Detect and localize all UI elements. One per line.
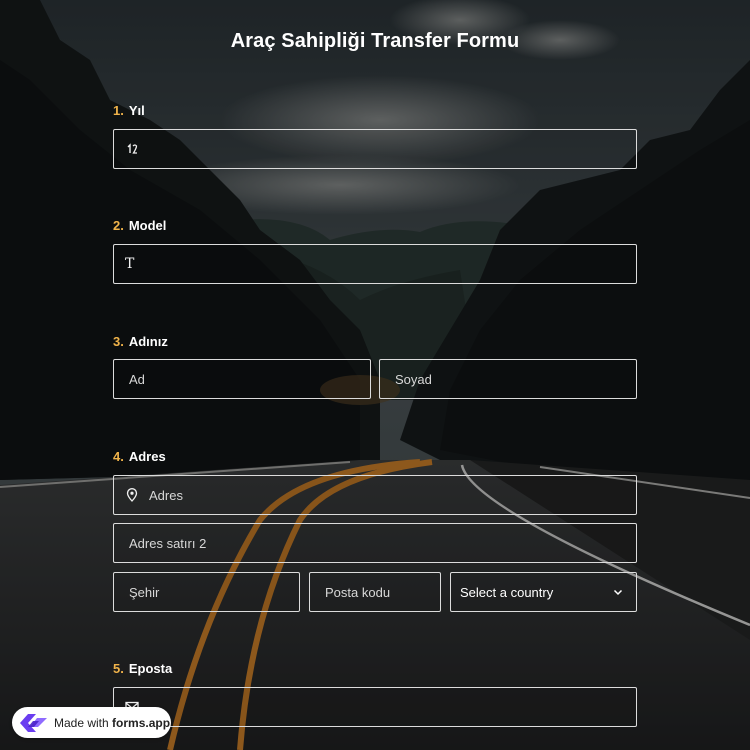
- address-line2-placeholder: Adres satırı 2: [129, 535, 207, 551]
- badge-brand: forms.app: [112, 715, 171, 730]
- address-input[interactable]: Adres: [113, 475, 637, 515]
- chevron-down-icon: [613, 589, 623, 596]
- address-placeholder: Adres: [149, 487, 183, 503]
- question-text: Model: [128, 218, 167, 233]
- question-number: 2.: [113, 218, 124, 233]
- first-name-input[interactable]: Ad: [113, 359, 371, 399]
- question-number: 3.: [113, 334, 124, 349]
- question-number: 1.: [113, 103, 124, 118]
- question-label-address: 4. Adres: [113, 449, 166, 464]
- postal-code-input[interactable]: Posta kodu: [309, 572, 441, 612]
- badge-prefix: Made with: [54, 715, 113, 730]
- made-with-badge[interactable]: Made with forms.app: [12, 707, 171, 738]
- location-pin-icon: [125, 488, 139, 502]
- country-select-value: Select a country: [460, 584, 554, 600]
- question-label-name: 3. Adınız: [113, 334, 168, 349]
- address-line2-input[interactable]: Adres satırı 2: [113, 523, 637, 563]
- model-input[interactable]: T: [113, 244, 637, 284]
- city-input[interactable]: Şehir: [113, 572, 300, 612]
- forms-app-logo-icon: [20, 713, 47, 732]
- number-input-icon: [125, 142, 139, 156]
- badge-text: Made with forms.app: [54, 716, 170, 730]
- city-placeholder: Şehir: [129, 584, 160, 600]
- text-input-icon: T: [125, 256, 135, 272]
- postal-code-placeholder: Posta kodu: [325, 584, 391, 600]
- question-label-email: 5. Eposta: [113, 661, 172, 676]
- question-text: Eposta: [128, 661, 173, 676]
- year-input[interactable]: [113, 129, 637, 169]
- email-input[interactable]: [113, 687, 637, 727]
- country-select[interactable]: Select a country: [450, 572, 637, 612]
- last-name-input[interactable]: Soyad: [379, 359, 637, 399]
- last-name-placeholder: Soyad: [395, 371, 432, 387]
- question-number: 4.: [113, 449, 124, 464]
- first-name-placeholder: Ad: [129, 371, 145, 387]
- question-text: Yıl: [128, 103, 145, 118]
- question-number: 5.: [113, 661, 124, 676]
- question-text: Adınız: [128, 334, 168, 349]
- question-text: Adres: [128, 449, 166, 464]
- form-title: Araç Sahipliği Transfer Formu: [230, 30, 520, 52]
- question-label-model: 2. Model: [113, 218, 166, 233]
- question-label-year: 1. Yıl: [113, 103, 145, 118]
